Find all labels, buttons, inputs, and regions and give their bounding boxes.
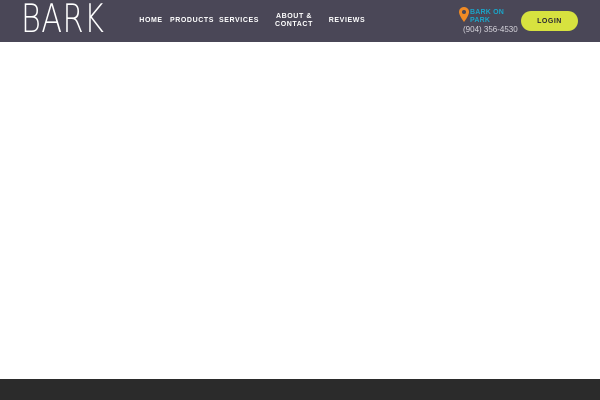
- map-pin-icon: [459, 7, 469, 22]
- nav-about-contact[interactable]: ABOUT & CONTACT: [272, 0, 316, 42]
- logo[interactable]: BARK: [21, 0, 104, 40]
- nav-products[interactable]: PRODUCTS: [170, 0, 214, 42]
- footer: [0, 379, 600, 400]
- phone-number[interactable]: (904) 356-4530: [463, 25, 518, 34]
- site-header: BARK HOME PRODUCTS SERVICES ABOUT & CONT…: [0, 0, 600, 42]
- nav-home[interactable]: HOME: [136, 0, 166, 42]
- nav-services[interactable]: SERVICES: [219, 0, 259, 42]
- login-button[interactable]: LOGIN: [521, 11, 578, 31]
- location-name[interactable]: BARK ON PARK: [470, 9, 510, 24]
- main-content: [0, 42, 600, 379]
- nav-reviews[interactable]: REVIEWS: [327, 0, 367, 42]
